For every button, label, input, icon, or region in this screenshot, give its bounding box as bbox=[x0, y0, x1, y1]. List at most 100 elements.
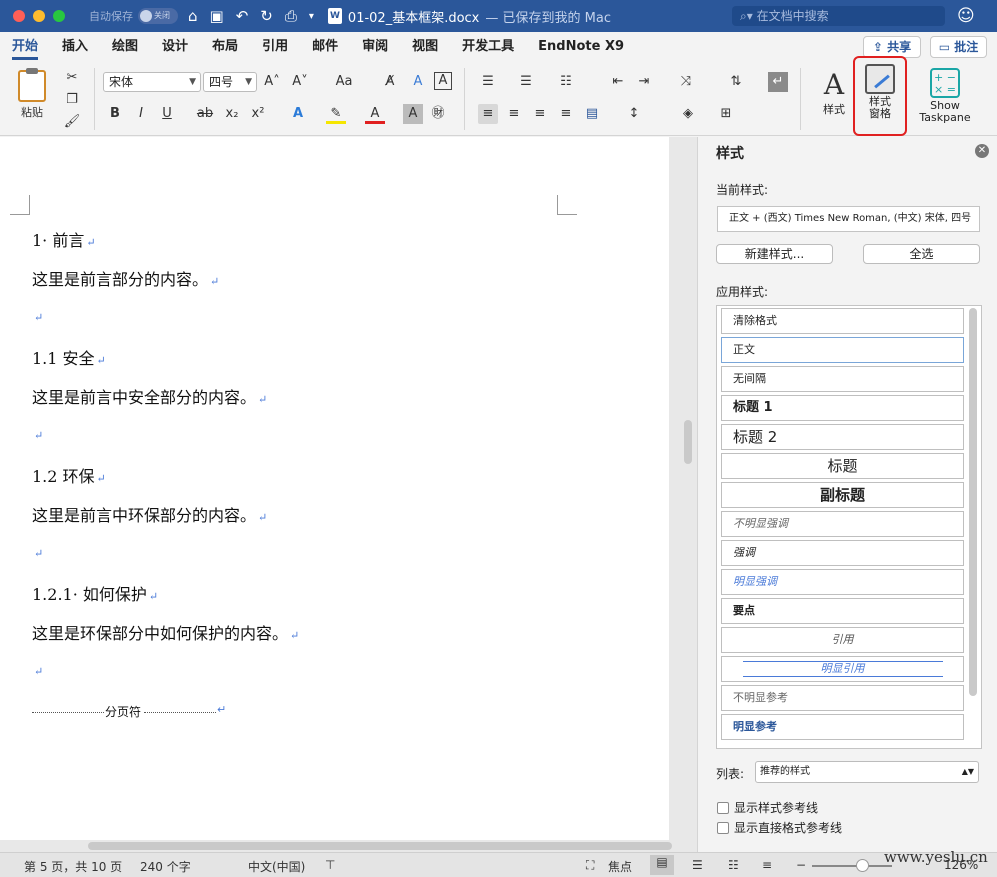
tab-1[interactable]: 插入 bbox=[50, 32, 100, 62]
draft-view-icon[interactable]: ☷ bbox=[728, 858, 739, 872]
style-item[interactable]: 标题 1 bbox=[721, 395, 964, 421]
style-item[interactable]: 强调 bbox=[721, 540, 964, 566]
borders-icon[interactable]: ⊞ bbox=[716, 104, 736, 124]
document-paragraph[interactable]: 1.2 环保 ↵ bbox=[32, 463, 106, 487]
paste-button[interactable]: 粘贴 bbox=[12, 68, 52, 120]
show-style-guides-checkbox[interactable]: 显示样式参考线 bbox=[717, 799, 818, 816]
document-paragraph[interactable]: 1· 前言 ↵ bbox=[32, 227, 96, 251]
autosave-toggle[interactable]: 关闭 bbox=[138, 8, 178, 24]
tab-7[interactable]: 审阅 bbox=[350, 32, 400, 62]
list-filter-select[interactable]: 推荐的样式 ▲▼ bbox=[755, 761, 979, 783]
document-paragraph[interactable]: 这里是前言中环保部分的内容。 ↵ bbox=[32, 502, 267, 526]
font-size-select[interactable]: 四号 ▼ bbox=[203, 72, 257, 92]
search-input[interactable]: ⌕▾ 在文档中搜索 bbox=[732, 6, 945, 26]
redo-icon[interactable]: ↻ bbox=[260, 7, 273, 25]
share-button[interactable]: ⇪ 共享 bbox=[863, 36, 921, 58]
align-left-icon[interactable]: ≡ bbox=[478, 104, 498, 124]
bullets-icon[interactable]: ☰ bbox=[478, 72, 498, 92]
tab-5[interactable]: 引用 bbox=[250, 32, 300, 62]
multilevel-list-icon[interactable]: ☷ bbox=[556, 72, 576, 92]
superscript-button[interactable]: x² bbox=[248, 104, 268, 124]
subscript-button[interactable]: x₂ bbox=[222, 104, 242, 124]
style-item[interactable]: 清除格式 bbox=[721, 308, 964, 334]
document-paragraph[interactable]: 这里是前言中安全部分的内容。 ↵ bbox=[32, 384, 267, 408]
outline-view-icon[interactable]: ☰ bbox=[692, 858, 703, 872]
justify-icon[interactable]: ≡ bbox=[556, 104, 576, 124]
zoom-out-icon[interactable]: − bbox=[796, 858, 806, 872]
style-item[interactable]: 标题 2 bbox=[721, 424, 964, 450]
word-count[interactable]: 240 个字 bbox=[140, 858, 191, 875]
character-shading-icon[interactable]: A bbox=[403, 104, 423, 124]
home-icon[interactable]: ⌂ bbox=[188, 7, 198, 25]
focus-mode-icon[interactable]: ⛶ bbox=[586, 858, 594, 873]
format-painter-icon[interactable]: 🖌 bbox=[62, 112, 82, 132]
style-item[interactable]: 明显参考 bbox=[721, 714, 964, 740]
shrink-font-button[interactable]: A˅ bbox=[290, 72, 310, 92]
tab-10[interactable]: EndNote X9 bbox=[526, 32, 636, 62]
sort-icon[interactable]: ⇅ bbox=[726, 72, 746, 92]
line-spacing-icon[interactable]: ↕ bbox=[624, 104, 644, 124]
style-item[interactable]: 正文 bbox=[721, 337, 964, 363]
style-item[interactable]: 明显引用 bbox=[721, 656, 964, 682]
document-paragraph[interactable]: ↵ bbox=[32, 660, 43, 679]
style-item[interactable]: 副标题 bbox=[721, 482, 964, 508]
paragraph-shading-icon[interactable]: ◈ bbox=[678, 104, 698, 124]
style-item[interactable]: 引用 bbox=[721, 627, 964, 653]
close-window-button[interactable] bbox=[13, 10, 25, 22]
tab-4[interactable]: 布局 bbox=[200, 32, 250, 62]
document-paragraph[interactable]: 1.2.1· 如何保护 ↵ bbox=[32, 581, 158, 605]
text-direction-icon[interactable]: ⤨ bbox=[676, 72, 696, 92]
align-center-icon[interactable]: ≡ bbox=[504, 104, 524, 124]
font-name-select[interactable]: 宋体 ▼ bbox=[103, 72, 201, 92]
undo-icon[interactable]: ↶ bbox=[236, 7, 249, 25]
font-color-button[interactable]: A bbox=[365, 104, 385, 124]
feedback-smiley-icon[interactable]: ☺ bbox=[957, 6, 975, 26]
align-right-icon[interactable]: ≡ bbox=[530, 104, 550, 124]
clear-formatting-icon[interactable]: A̸ bbox=[380, 72, 400, 92]
vertical-scrollbar[interactable] bbox=[684, 420, 692, 464]
decrease-indent-icon[interactable]: ⇤ bbox=[608, 72, 628, 92]
underline-button[interactable]: U bbox=[157, 104, 177, 124]
horizontal-scrollbar[interactable] bbox=[88, 842, 672, 850]
tab-0[interactable]: 开始 bbox=[0, 32, 50, 62]
document-paragraph[interactable]: 这里是前言部分的内容。 ↵ bbox=[32, 266, 219, 290]
document-paragraph[interactable]: ↵ bbox=[32, 306, 43, 325]
document-paragraph[interactable]: ↵ bbox=[32, 542, 43, 561]
italic-button[interactable]: I bbox=[131, 104, 151, 124]
styles-pane-button[interactable]: 样式 窗格 bbox=[853, 56, 907, 136]
highlight-color-icon[interactable]: ✎ bbox=[326, 104, 346, 124]
track-changes-icon[interactable]: ⊤ bbox=[325, 858, 335, 872]
show-formatting-marks-icon[interactable]: ↵ bbox=[768, 72, 788, 92]
copy-icon[interactable]: ❐ bbox=[62, 90, 82, 110]
zoom-slider-knob[interactable] bbox=[856, 859, 869, 872]
style-item[interactable]: 明显强调 bbox=[721, 569, 964, 595]
change-case-button[interactable]: Aa bbox=[330, 72, 358, 92]
distributed-icon[interactable]: ▤ bbox=[582, 104, 602, 124]
text-effects-button[interactable]: A bbox=[288, 104, 308, 124]
style-list-scrollbar[interactable] bbox=[969, 308, 977, 696]
zoom-slider[interactable] bbox=[812, 865, 892, 867]
minimize-window-button[interactable] bbox=[33, 10, 45, 22]
document-page[interactable]: 分页符 ↵ 1· 前言 ↵ 这里是前言部分的内容。 ↵ ↵ 1.1 安全 ↵ 这里是前言中安全… bbox=[0, 137, 669, 840]
styles-gallery-button[interactable]: A 样式 bbox=[812, 68, 856, 117]
enclose-characters-icon[interactable]: ㊖ bbox=[428, 104, 448, 124]
style-item[interactable]: 不明显强调 bbox=[721, 511, 964, 537]
style-item[interactable]: 标题 bbox=[721, 453, 964, 479]
new-style-button[interactable]: 新建样式... bbox=[716, 244, 833, 264]
phonetic-guide-icon[interactable]: A bbox=[408, 72, 428, 92]
style-item[interactable]: 要点 bbox=[721, 598, 964, 624]
strikethrough-button[interactable]: ab bbox=[195, 104, 215, 124]
document-paragraph[interactable]: 这里是环保部分中如何保护的内容。 ↵ bbox=[32, 620, 299, 644]
grow-font-button[interactable]: A˄ bbox=[262, 72, 282, 92]
numbering-icon[interactable]: ☰ bbox=[516, 72, 536, 92]
style-item[interactable]: 不明显参考 bbox=[721, 685, 964, 711]
tab-2[interactable]: 绘图 bbox=[100, 32, 150, 62]
focus-label[interactable]: 焦点 bbox=[608, 858, 632, 875]
zoom-window-button[interactable] bbox=[53, 10, 65, 22]
print-icon[interactable]: ⎙ bbox=[285, 7, 297, 25]
customize-dropdown-icon[interactable]: ▾ bbox=[309, 11, 314, 22]
show-direct-format-guides-checkbox[interactable]: 显示直接格式参考线 bbox=[717, 819, 842, 836]
cut-icon[interactable]: ✂ bbox=[62, 68, 82, 88]
document-paragraph[interactable]: ↵ bbox=[32, 424, 43, 443]
web-layout-icon[interactable]: ≡ bbox=[762, 858, 772, 872]
